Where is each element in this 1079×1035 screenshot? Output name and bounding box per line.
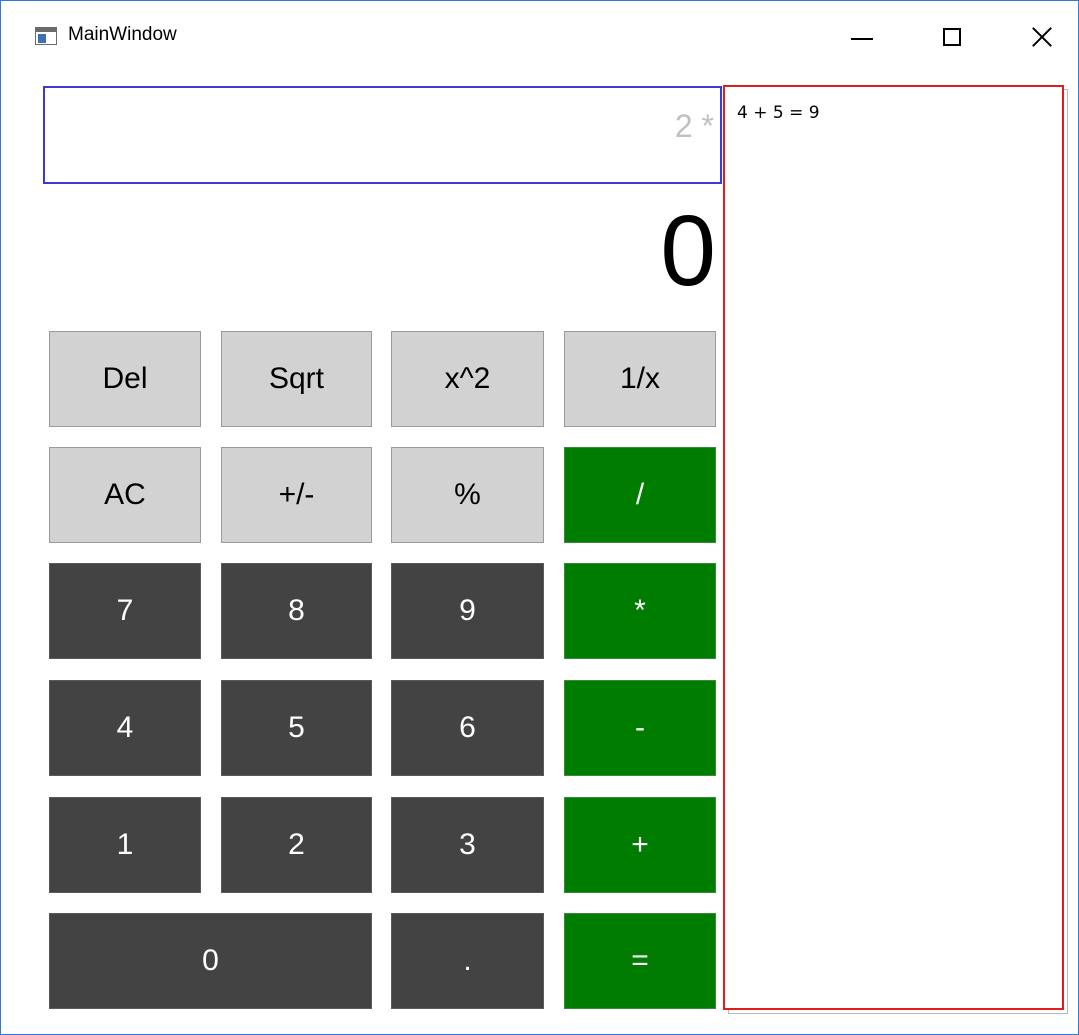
history-entry[interactable]: 4 + 5 = 9 (737, 103, 820, 123)
main-window: MainWindow 2 * 0 Del Sqrt x^2 1/x AC +/-… (0, 0, 1079, 1035)
reciprocal-button[interactable]: 1/x (564, 331, 716, 427)
digit-9-button[interactable]: 9 (391, 563, 544, 659)
digit-8-button[interactable]: 8 (221, 563, 372, 659)
digit-5-button[interactable]: 5 (221, 680, 372, 776)
square-button[interactable]: x^2 (391, 331, 544, 427)
history-panel[interactable]: 4 + 5 = 9 (723, 85, 1064, 1010)
digit-1-button[interactable]: 1 (49, 797, 201, 893)
digit-6-button[interactable]: 6 (391, 680, 544, 776)
all-clear-button[interactable]: AC (49, 447, 201, 543)
expression-display: 2 * (43, 86, 722, 184)
equals-button[interactable]: = (564, 913, 716, 1009)
expression-text: 2 * (674, 108, 714, 144)
delete-button[interactable]: Del (49, 331, 201, 427)
multiply-button[interactable]: * (564, 563, 716, 659)
minimize-button[interactable] (817, 1, 907, 73)
sqrt-button[interactable]: Sqrt (221, 331, 372, 427)
minimize-icon (851, 38, 873, 40)
decimal-button[interactable]: . (391, 913, 544, 1009)
negate-button[interactable]: +/- (221, 447, 372, 543)
result-display: 0 (660, 195, 716, 307)
digit-0-button[interactable]: 0 (49, 913, 372, 1009)
add-button[interactable]: + (564, 797, 716, 893)
digit-7-button[interactable]: 7 (49, 563, 201, 659)
digit-3-button[interactable]: 3 (391, 797, 544, 893)
maximize-button[interactable] (907, 1, 997, 73)
maximize-icon (943, 28, 961, 46)
digit-4-button[interactable]: 4 (49, 680, 201, 776)
close-button[interactable] (997, 1, 1078, 73)
digit-2-button[interactable]: 2 (221, 797, 372, 893)
title-bar[interactable]: MainWindow (1, 1, 1078, 73)
app-icon (35, 27, 57, 45)
percent-button[interactable]: % (391, 447, 544, 543)
divide-button[interactable]: / (564, 447, 716, 543)
subtract-button[interactable]: - (564, 680, 716, 776)
close-icon (1031, 26, 1053, 48)
window-title: MainWindow (68, 24, 177, 45)
